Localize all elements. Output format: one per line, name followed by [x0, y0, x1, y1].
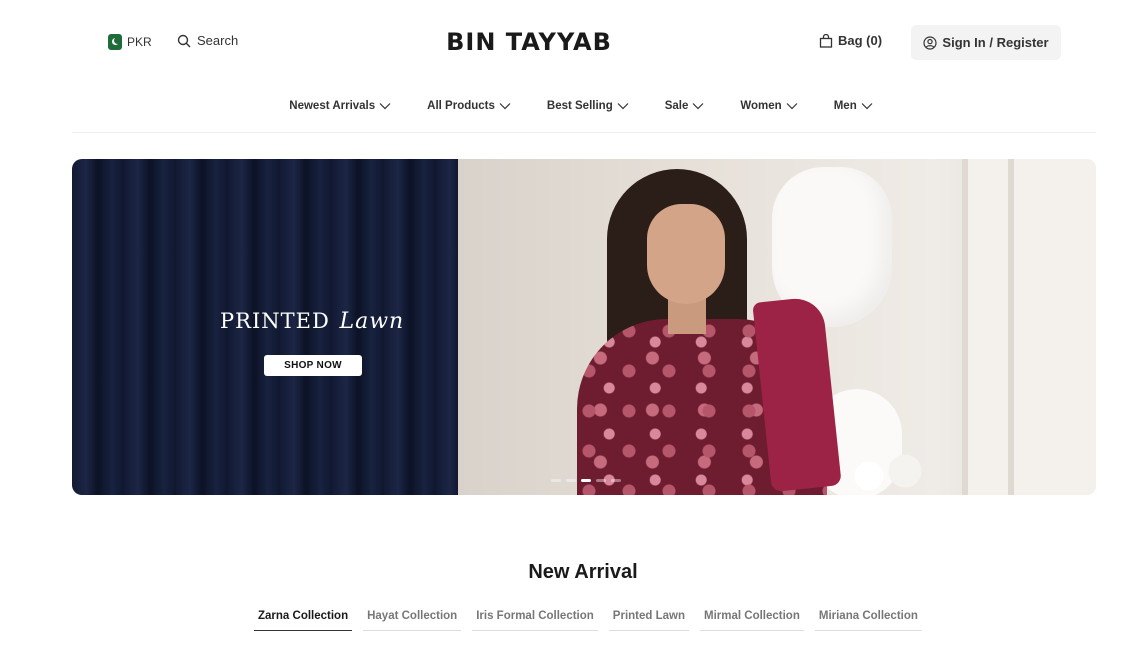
- chevron-down-icon: [786, 103, 798, 110]
- tab-printed-lawn[interactable]: Printed Lawn: [608, 610, 689, 631]
- tab-miriana-collection[interactable]: Miriana Collection: [814, 610, 922, 631]
- shop-now-button[interactable]: SHOP NOW: [264, 355, 362, 376]
- main-navigation: Newest Arrivals All Products Best Sellin…: [0, 100, 1146, 112]
- bag-button[interactable]: Bag (0): [819, 33, 882, 48]
- user-icon: [923, 35, 938, 50]
- nav-item-all-products[interactable]: All Products: [427, 100, 529, 112]
- tab-mirmal-collection[interactable]: Mirmal Collection: [700, 610, 804, 631]
- carousel-dot[interactable]: [566, 479, 576, 482]
- nav-item-label: Best Selling: [546, 100, 613, 112]
- chevron-down-icon: [692, 103, 704, 110]
- nav-item-label: Sale: [664, 100, 689, 112]
- nav-item-label: Newest Arrivals: [289, 100, 376, 112]
- new-arrival-heading: New Arrival: [528, 561, 638, 583]
- chevron-down-icon: [617, 103, 629, 110]
- hero-window: [962, 159, 1096, 495]
- top-header: PKR Search BIN TAYYAB Bag (0) Sign In / …: [0, 0, 1146, 86]
- signin-label: Sign In / Register: [942, 35, 1049, 50]
- tab-zarna-collection[interactable]: Zarna Collection: [254, 610, 353, 631]
- collection-tabs: Zarna Collection Hayat Collection Iris F…: [254, 610, 922, 631]
- hero-title-main: PRINTED: [220, 309, 330, 333]
- nav-item-label: All Products: [427, 100, 495, 112]
- carousel-dot[interactable]: [551, 479, 561, 482]
- hero-title-script: Lawn: [339, 309, 405, 334]
- carousel-dot[interactable]: [596, 479, 606, 482]
- carousel-indicators: [551, 479, 621, 482]
- nav-item-label: Women: [740, 100, 782, 112]
- nav-item-sale[interactable]: Sale: [665, 100, 723, 112]
- tab-iris-formal-collection[interactable]: Iris Formal Collection: [472, 610, 598, 631]
- brand-logo-text: BIN TAYYAB: [446, 28, 612, 56]
- bag-icon: [819, 33, 833, 48]
- chevron-down-icon: [499, 103, 511, 110]
- bag-label: Bag (0): [838, 33, 883, 48]
- carousel-dot[interactable]: [611, 479, 621, 482]
- chevron-down-icon: [861, 103, 873, 110]
- nav-item-best-selling[interactable]: Best Selling: [547, 100, 647, 112]
- model-face: [647, 204, 725, 304]
- chevron-down-icon: [379, 103, 391, 110]
- tab-hayat-collection[interactable]: Hayat Collection: [363, 610, 462, 631]
- carousel-dot-active[interactable]: [581, 479, 591, 482]
- nav-item-newest-arrivals[interactable]: Newest Arrivals: [289, 100, 409, 112]
- hero-title: PRINTED Lawn: [220, 309, 404, 334]
- signin-register-button[interactable]: Sign In / Register: [911, 25, 1061, 60]
- nav-item-men[interactable]: Men: [834, 100, 873, 112]
- nav-item-label: Men: [833, 100, 857, 112]
- hero-flowers: [842, 451, 932, 495]
- nav-item-women[interactable]: Women: [740, 100, 815, 112]
- header-divider: [72, 132, 1096, 133]
- hero-banner[interactable]: PRINTED Lawn SHOP NOW: [72, 159, 1096, 495]
